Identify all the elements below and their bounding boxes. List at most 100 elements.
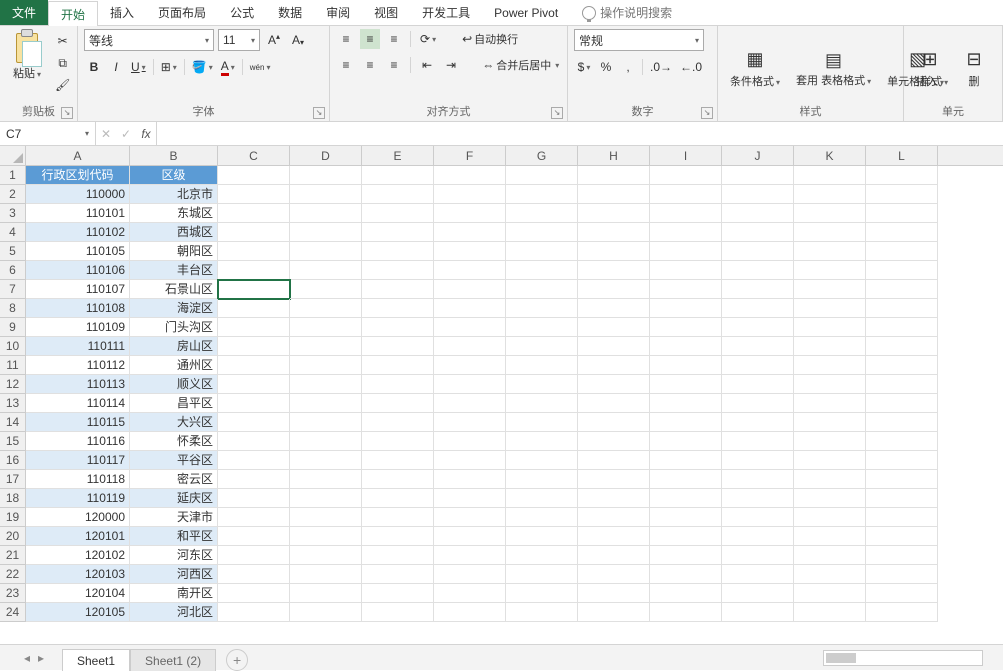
cell-L1[interactable] <box>866 166 938 185</box>
cell-I21[interactable] <box>650 546 722 565</box>
col-header-H[interactable]: H <box>578 146 650 165</box>
cell-H4[interactable] <box>578 223 650 242</box>
cell-A11[interactable]: 110112 <box>26 356 130 375</box>
cell-A6[interactable]: 110106 <box>26 261 130 280</box>
cell-G8[interactable] <box>506 299 578 318</box>
cell-C16[interactable] <box>218 451 290 470</box>
cell-C15[interactable] <box>218 432 290 451</box>
cell-G1[interactable] <box>506 166 578 185</box>
row-header-11[interactable]: 11 <box>0 356 25 375</box>
cell-E19[interactable] <box>362 508 434 527</box>
row-header-2[interactable]: 2 <box>0 185 25 204</box>
bold-button[interactable]: B <box>84 57 104 77</box>
cell-I20[interactable] <box>650 527 722 546</box>
cell-J20[interactable] <box>722 527 794 546</box>
cell-E6[interactable] <box>362 261 434 280</box>
cell-E8[interactable] <box>362 299 434 318</box>
number-format-combo[interactable]: 常规▾ <box>574 29 704 51</box>
cell-L22[interactable] <box>866 565 938 584</box>
cell-H17[interactable] <box>578 470 650 489</box>
cell-H6[interactable] <box>578 261 650 280</box>
cell-B1[interactable]: 区级 <box>130 166 218 185</box>
cell-E21[interactable] <box>362 546 434 565</box>
cell-A8[interactable]: 110108 <box>26 299 130 318</box>
cell-D20[interactable] <box>290 527 362 546</box>
row-header-1[interactable]: 1 <box>0 166 25 185</box>
cell-H3[interactable] <box>578 204 650 223</box>
cell-I19[interactable] <box>650 508 722 527</box>
fx-button[interactable]: fx <box>136 124 156 144</box>
cell-H11[interactable] <box>578 356 650 375</box>
cell-B21[interactable]: 河东区 <box>130 546 218 565</box>
col-header-C[interactable]: C <box>218 146 290 165</box>
new-sheet-button[interactable]: + <box>226 649 248 671</box>
cell-L14[interactable] <box>866 413 938 432</box>
cell-C23[interactable] <box>218 584 290 603</box>
cell-H16[interactable] <box>578 451 650 470</box>
cell-G17[interactable] <box>506 470 578 489</box>
cell-F11[interactable] <box>434 356 506 375</box>
cell-K5[interactable] <box>794 242 866 261</box>
cell-J23[interactable] <box>722 584 794 603</box>
cell-D13[interactable] <box>290 394 362 413</box>
row-header-3[interactable]: 3 <box>0 204 25 223</box>
cell-C6[interactable] <box>218 261 290 280</box>
cell-D2[interactable] <box>290 185 362 204</box>
cell-H1[interactable] <box>578 166 650 185</box>
cell-G21[interactable] <box>506 546 578 565</box>
cell-L18[interactable] <box>866 489 938 508</box>
cell-I18[interactable] <box>650 489 722 508</box>
formula-input[interactable] <box>157 122 1003 145</box>
sheet-nav-next[interactable]: ▸ <box>34 651 48 665</box>
insert-cells-button[interactable]: ⊞ 插入 <box>910 43 950 91</box>
cell-I5[interactable] <box>650 242 722 261</box>
tab-review[interactable]: 审阅 <box>314 0 362 25</box>
name-box[interactable]: C7 ▾ <box>0 122 96 145</box>
format-painter-button[interactable]: 🖌 <box>52 75 73 95</box>
cell-J13[interactable] <box>722 394 794 413</box>
cell-J11[interactable] <box>722 356 794 375</box>
col-header-F[interactable]: F <box>434 146 506 165</box>
cell-K3[interactable] <box>794 204 866 223</box>
cell-C19[interactable] <box>218 508 290 527</box>
cell-J1[interactable] <box>722 166 794 185</box>
cell-H19[interactable] <box>578 508 650 527</box>
cell-K15[interactable] <box>794 432 866 451</box>
cell-K19[interactable] <box>794 508 866 527</box>
cell-B3[interactable]: 东城区 <box>130 204 218 223</box>
cell-B6[interactable]: 丰台区 <box>130 261 218 280</box>
cell-I6[interactable] <box>650 261 722 280</box>
cell-J3[interactable] <box>722 204 794 223</box>
cell-B18[interactable]: 延庆区 <box>130 489 218 508</box>
cell-J21[interactable] <box>722 546 794 565</box>
cell-L19[interactable] <box>866 508 938 527</box>
tab-data[interactable]: 数据 <box>266 0 314 25</box>
tab-insert[interactable]: 插入 <box>98 0 146 25</box>
cell-K21[interactable] <box>794 546 866 565</box>
row-header-24[interactable]: 24 <box>0 603 25 622</box>
cell-B5[interactable]: 朝阳区 <box>130 242 218 261</box>
cell-A2[interactable]: 110000 <box>26 185 130 204</box>
cell-A19[interactable]: 120000 <box>26 508 130 527</box>
cell-I12[interactable] <box>650 375 722 394</box>
font-color-button[interactable]: A <box>218 57 238 77</box>
cell-I22[interactable] <box>650 565 722 584</box>
cell-B20[interactable]: 和平区 <box>130 527 218 546</box>
cell-H2[interactable] <box>578 185 650 204</box>
cell-G13[interactable] <box>506 394 578 413</box>
cell-J6[interactable] <box>722 261 794 280</box>
cell-D22[interactable] <box>290 565 362 584</box>
cell-G19[interactable] <box>506 508 578 527</box>
cell-D10[interactable] <box>290 337 362 356</box>
cell-C24[interactable] <box>218 603 290 622</box>
cell-C8[interactable] <box>218 299 290 318</box>
cell-K24[interactable] <box>794 603 866 622</box>
cell-L10[interactable] <box>866 337 938 356</box>
tab-powerpivot[interactable]: Power Pivot <box>482 0 570 25</box>
col-header-D[interactable]: D <box>290 146 362 165</box>
cell-G23[interactable] <box>506 584 578 603</box>
cell-G14[interactable] <box>506 413 578 432</box>
cell-C9[interactable] <box>218 318 290 337</box>
cell-I13[interactable] <box>650 394 722 413</box>
cell-F14[interactable] <box>434 413 506 432</box>
